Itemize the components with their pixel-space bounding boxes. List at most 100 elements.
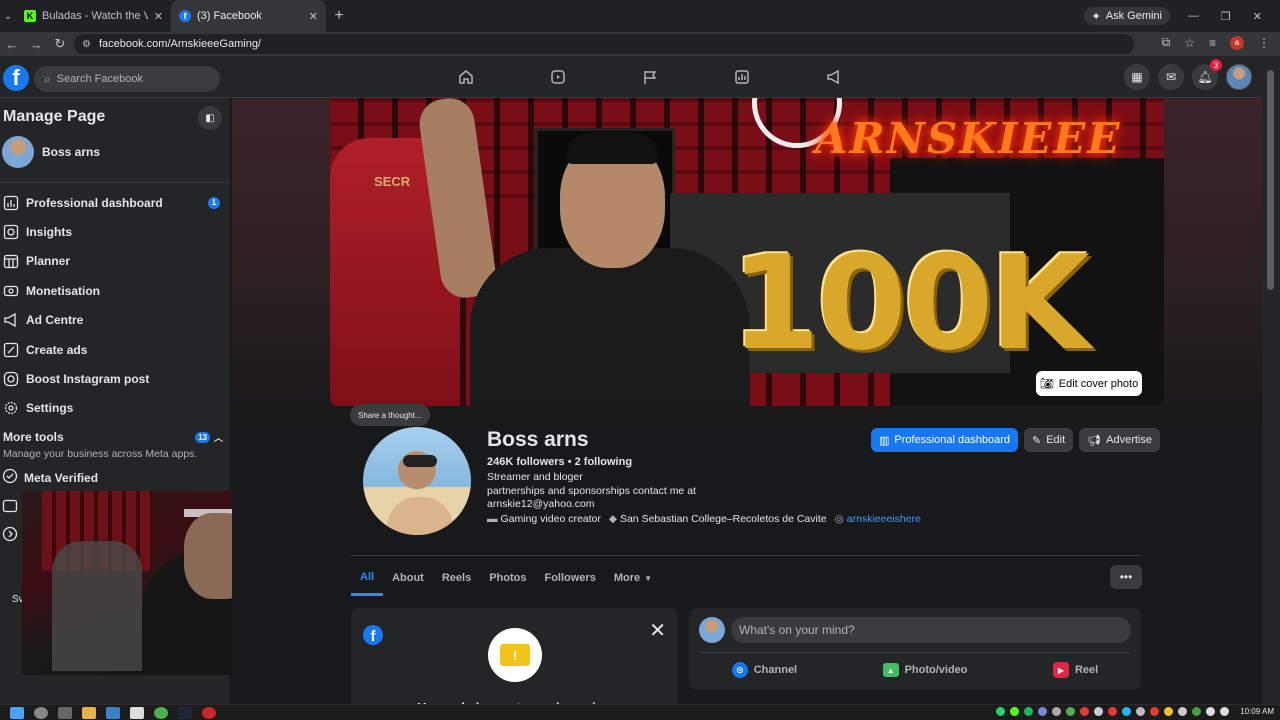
messenger-icon[interactable]: ✉ [1158, 64, 1184, 90]
tray-app-icon[interactable] [1192, 707, 1202, 716]
photo-video-button[interactable]: ▲ Photo/video [882, 658, 968, 682]
tray-app-icon[interactable] [1136, 707, 1146, 716]
ads-megaphone-icon[interactable] [788, 56, 880, 98]
edit-cover-photo-button[interactable]: 📷︎ Edit cover photo [1036, 371, 1142, 396]
ask-gemini-button[interactable]: ✦ Ask Gemini [1083, 7, 1170, 25]
tray-app-icon[interactable] [1066, 707, 1076, 716]
taskbar-clock[interactable]: 10:09 AM [1240, 707, 1274, 716]
account-avatar[interactable] [1226, 64, 1252, 90]
browser-menu-icon[interactable]: ⋮ [1258, 36, 1270, 50]
address-bar[interactable]: ⚙ facebook.com/ArnskieeeGaming/ [74, 34, 1134, 54]
scrollbar-thumb[interactable] [1267, 70, 1274, 290]
cover-hair [566, 132, 658, 164]
facebook-logo-icon[interactable]: f [3, 65, 29, 91]
back-icon[interactable]: ← [0, 37, 24, 52]
tray-app-icon[interactable] [1150, 707, 1160, 716]
browser-profile-avatar[interactable]: a [1230, 35, 1244, 50]
tab-search-icon[interactable]: ⌄ [0, 0, 16, 32]
file-explorer-icon[interactable] [82, 706, 96, 719]
tray-app-icon[interactable] [1010, 707, 1020, 716]
new-tab-button[interactable]: + [326, 7, 352, 25]
instagram-detail[interactable]: ◎ arnskieeeishere [835, 513, 921, 525]
telegram-icon[interactable] [1122, 707, 1132, 716]
media-controls-icon[interactable]: ≡ [1209, 36, 1216, 50]
close-window-icon[interactable]: ✕ [1253, 10, 1262, 23]
minimize-icon[interactable]: — [1188, 10, 1199, 22]
sidebar-item-label: Monetisation [26, 283, 100, 298]
tray-app-icon[interactable] [1024, 707, 1034, 716]
sidebar-item-boost-instagram[interactable]: Boost Instagram post [0, 364, 230, 393]
contacts-icon[interactable] [2, 498, 20, 516]
home-icon[interactable] [420, 56, 512, 98]
windows-start-icon[interactable] [10, 706, 24, 719]
sidebar-item-planner[interactable]: Planner [0, 247, 230, 276]
forward-icon[interactable]: → [24, 37, 48, 52]
whatsapp-icon[interactable] [996, 707, 1006, 716]
mail-icon[interactable] [106, 706, 120, 719]
page-main: ARNSKIEEE SECR 100K 📷︎ Edit cover photo … [232, 98, 1262, 708]
tab-more[interactable]: More ▼ [605, 560, 661, 596]
instagram-link[interactable]: arnskieeeishere [847, 513, 921, 525]
sidebar-item-professional-dashboard[interactable]: Professional dashboard 1 [0, 188, 230, 217]
notifications-bell-icon[interactable]: 🔔︎ 3 [1192, 59, 1222, 90]
more-tools-section[interactable]: More tools 13 ︿ Manage your business acr… [3, 430, 223, 460]
search-input[interactable]: ⌕ Search Facebook [34, 66, 220, 92]
reload-icon[interactable]: ↻ [48, 36, 72, 52]
circle-arrow-icon[interactable] [2, 526, 20, 544]
professional-dashboard-button[interactable]: ▥ Professional dashboard [871, 428, 1018, 452]
taskbar-search-icon[interactable] [34, 706, 48, 719]
cover-photo[interactable]: ARNSKIEEE SECR 100K [330, 98, 1164, 406]
chrome-icon[interactable] [154, 706, 168, 719]
sidebar-item-monetisation[interactable]: Monetisation [0, 276, 230, 305]
video-icon[interactable] [512, 56, 604, 98]
discord-icon[interactable] [1038, 707, 1048, 716]
sidebar-item-settings[interactable]: Settings [0, 394, 230, 423]
tray-app-icon[interactable] [1080, 707, 1090, 716]
tab-close-icon[interactable]: ✕ [154, 10, 163, 23]
sidebar-item-meta-verified[interactable]: Meta Verified [2, 468, 98, 487]
profile-picture[interactable] [360, 424, 474, 538]
collapse-sidebar-icon[interactable]: ◧ [198, 106, 222, 130]
edit-button[interactable]: ✎ Edit [1023, 428, 1074, 452]
wifi-icon[interactable] [1206, 707, 1216, 716]
restore-icon[interactable]: ❐ [1221, 10, 1231, 23]
bookmark-star-icon[interactable]: ☆ [1184, 36, 1195, 50]
volume-icon[interactable] [1220, 707, 1230, 716]
sidebar-item-insights[interactable]: Insights [0, 217, 230, 246]
tray-app-icon[interactable] [1108, 707, 1118, 716]
more-options-icon[interactable]: ••• [1110, 565, 1142, 589]
tray-app-icon[interactable] [1052, 707, 1062, 716]
tab-about[interactable]: About [383, 560, 433, 596]
sidebar-item-create-ads[interactable]: Create ads [0, 335, 230, 364]
store-icon[interactable] [130, 706, 144, 719]
sidebar-item-ad-centre[interactable]: Ad Centre [0, 306, 230, 335]
page-scrollbar[interactable] [1262, 56, 1280, 708]
insights-chart-icon[interactable] [696, 56, 788, 98]
tray-app-icon[interactable] [1178, 707, 1188, 716]
pages-flag-icon[interactable] [604, 56, 696, 98]
tray-app-icon[interactable] [1094, 707, 1104, 716]
steam-icon[interactable] [178, 706, 192, 719]
tab-close-icon[interactable]: ✕ [309, 10, 318, 23]
tab-facebook[interactable]: f (3) Facebook ✕ [171, 0, 326, 32]
tab-followers[interactable]: Followers [535, 560, 604, 596]
sidebar-profile[interactable]: Boss arns [2, 136, 100, 168]
chevron-up-icon[interactable]: ︿ [214, 431, 223, 444]
follower-stats[interactable]: 246K followers • 2 following [487, 456, 632, 468]
share-thought-bubble[interactable]: Share a thought... [350, 404, 430, 426]
reel-button[interactable]: ▶ Reel [1052, 658, 1098, 682]
whats-on-your-mind-input[interactable]: What's on your mind? [731, 617, 1131, 643]
advertise-button[interactable]: 📢︎ Advertise [1079, 428, 1160, 452]
tab-kick[interactable]: K Buladas - Watch the VOD on K ✕ [16, 0, 171, 32]
close-icon[interactable]: ✕ [649, 618, 666, 643]
tab-all[interactable]: All [351, 560, 384, 596]
site-info-icon[interactable]: ⚙ [82, 39, 91, 50]
recording-app-icon[interactable] [202, 706, 216, 719]
task-view-icon[interactable] [58, 706, 72, 719]
install-app-icon[interactable]: ⧉ [1162, 35, 1171, 50]
tab-reels[interactable]: Reels [433, 560, 480, 596]
tray-app-icon[interactable] [1164, 707, 1174, 716]
apps-menu-icon[interactable]: ▦ [1124, 64, 1150, 90]
tab-photos[interactable]: Photos [480, 560, 535, 596]
channel-button[interactable]: ⊙ Channel [731, 658, 797, 682]
